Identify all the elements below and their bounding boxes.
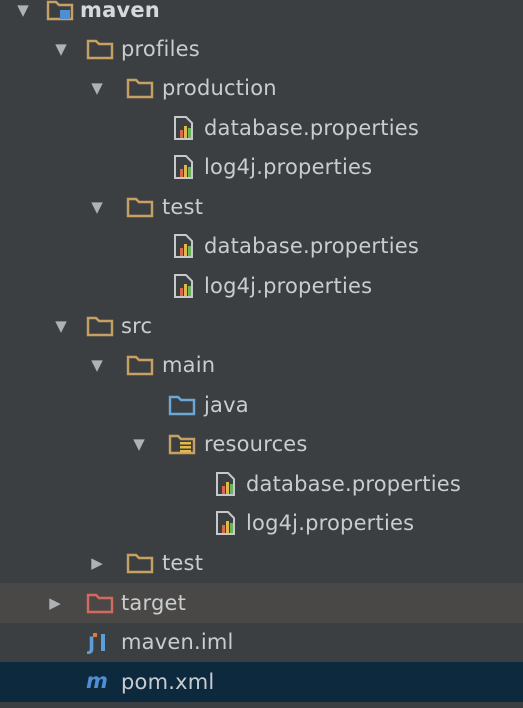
folder-icon (86, 313, 114, 339)
module-folder-icon (46, 0, 74, 23)
expand-arrow-icon[interactable]: ▼ (130, 435, 148, 453)
tree-label: log4j.properties (246, 511, 415, 535)
properties-file-icon (170, 233, 198, 259)
properties-file-icon (170, 273, 198, 299)
folder-icon (126, 550, 154, 576)
tree-label: src (121, 314, 153, 338)
tree-label: log4j.properties (204, 155, 373, 179)
tree-label: main (162, 353, 216, 377)
tree-row-file[interactable]: database.properties (0, 464, 523, 504)
expand-arrow-icon[interactable]: ▼ (52, 40, 70, 58)
folder-icon (126, 352, 154, 378)
tree-row-profiles[interactable]: ▼ profiles (0, 29, 523, 69)
tree-row-file[interactable]: log4j.properties (0, 147, 523, 187)
folder-icon (86, 36, 114, 62)
tree-row-profile-test[interactable]: ▼ test (0, 187, 523, 227)
resources-folder-icon (168, 431, 196, 457)
tree-label: production (162, 76, 277, 100)
project-tree: ▼ maven ▼ profiles ▼ production database… (0, 0, 523, 708)
tree-label: test (162, 551, 204, 575)
tree-row-java[interactable]: java (0, 385, 523, 425)
properties-file-icon (212, 510, 240, 536)
tree-row-main[interactable]: ▼ main (0, 345, 523, 385)
tree-row-target[interactable]: ▶ target (0, 583, 523, 623)
tree-label: database.properties (246, 472, 461, 496)
tree-row-iml[interactable]: J maven.iml (0, 622, 523, 662)
tree-label: database.properties (204, 116, 419, 140)
properties-file-icon (212, 471, 240, 497)
svg-text:m: m (86, 671, 108, 693)
maven-pom-icon: m (86, 669, 114, 695)
tree-row-file[interactable]: database.properties (0, 108, 523, 148)
expand-arrow-icon[interactable]: ▼ (88, 198, 106, 216)
expand-arrow-icon[interactable]: ▼ (14, 1, 32, 19)
tree-row-src-test[interactable]: ▶ test (0, 543, 523, 583)
collapsed-arrow-icon[interactable]: ▶ (88, 554, 106, 572)
tree-label: database.properties (204, 234, 419, 258)
tree-row-production[interactable]: ▼ production (0, 68, 523, 108)
folder-icon (126, 194, 154, 220)
tree-label: target (121, 591, 187, 615)
tree-label: maven.iml (121, 630, 234, 654)
expand-arrow-icon[interactable]: ▼ (88, 356, 106, 374)
iml-file-icon: J (86, 629, 114, 655)
tree-label: test (162, 195, 204, 219)
folder-icon (126, 75, 154, 101)
tree-label: maven (80, 0, 160, 22)
tree-row-file[interactable]: database.properties (0, 226, 523, 266)
tree-row-pom[interactable]: m pom.xml (0, 662, 523, 702)
tree-label: profiles (121, 37, 200, 61)
excluded-folder-icon (86, 590, 114, 616)
tree-row-maven[interactable]: ▼ maven (0, 0, 523, 30)
expand-arrow-icon[interactable]: ▼ (52, 317, 70, 335)
properties-file-icon (170, 115, 198, 141)
tree-row-file[interactable]: log4j.properties (0, 503, 523, 543)
tree-row-src[interactable]: ▼ src (0, 306, 523, 346)
properties-file-icon (170, 154, 198, 180)
tree-label: resources (204, 432, 308, 456)
collapsed-arrow-icon[interactable]: ▶ (46, 594, 64, 612)
expand-arrow-icon[interactable]: ▼ (88, 79, 106, 97)
tree-label: log4j.properties (204, 274, 373, 298)
tree-row-resources[interactable]: ▼ resources (0, 424, 523, 464)
tree-row-file[interactable]: log4j.properties (0, 266, 523, 306)
tree-label: java (204, 393, 249, 417)
source-folder-icon (168, 392, 196, 418)
tree-label: pom.xml (121, 670, 215, 694)
